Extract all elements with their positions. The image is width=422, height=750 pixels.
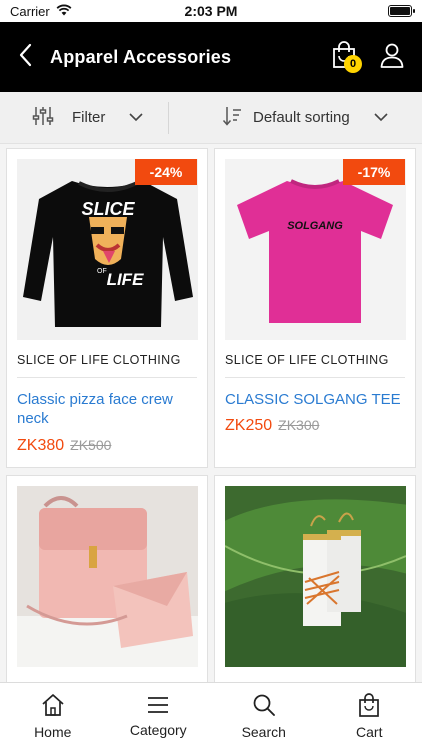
home-icon bbox=[40, 693, 66, 720]
product-card[interactable]: SLICE OF LIFE -24% SLICE OF LIFE CLOTHIN… bbox=[6, 148, 208, 468]
original-price: ZK300 bbox=[278, 417, 320, 433]
shopping-bag-icon bbox=[358, 693, 380, 720]
battery-icon bbox=[388, 5, 415, 17]
discount-badge: -24% bbox=[135, 159, 197, 185]
filter-button[interactable]: Filter bbox=[0, 92, 168, 144]
nav-home-label: Home bbox=[34, 724, 72, 740]
status-left: Carrier bbox=[10, 4, 72, 19]
nav-search-label: Search bbox=[241, 724, 286, 740]
search-icon bbox=[252, 693, 276, 720]
page-title: Apparel Accessories bbox=[50, 46, 232, 67]
nav-home[interactable]: Home bbox=[0, 683, 106, 750]
nav-cart[interactable]: Cart bbox=[317, 683, 422, 750]
tshirt-image: SOLGANG bbox=[237, 179, 393, 323]
chevron-down-icon bbox=[129, 109, 143, 126]
menu-icon bbox=[146, 695, 170, 718]
nav-cart-label: Cart bbox=[356, 724, 383, 740]
status-bar: Carrier 2:03 PM bbox=[0, 0, 422, 22]
product-brand: SLICE OF LIFE CLOTHING bbox=[17, 353, 181, 367]
sort-label: Default sorting bbox=[253, 109, 350, 126]
cart-count-badge: 0 bbox=[344, 55, 362, 73]
app-header: Apparel Accessories 0 bbox=[0, 22, 422, 92]
price-row: ZK250 ZK300 bbox=[225, 417, 319, 435]
product-image[interactable] bbox=[17, 486, 198, 667]
discount-badge: -17% bbox=[343, 159, 405, 185]
product-card[interactable] bbox=[214, 475, 416, 695]
sweater-print-bottom: LIFE bbox=[107, 270, 144, 289]
product-image[interactable] bbox=[225, 486, 406, 667]
sale-price: ZK250 bbox=[225, 417, 273, 434]
sliders-icon bbox=[32, 105, 54, 131]
filter-label: Filter bbox=[72, 109, 106, 126]
chevron-left-icon bbox=[18, 43, 32, 72]
product-card[interactable] bbox=[6, 475, 208, 695]
carrier-label: Carrier bbox=[10, 3, 50, 19]
sort-button[interactable]: Default sorting bbox=[169, 92, 422, 144]
sweater-print-mid: OF bbox=[97, 268, 107, 275]
sweater-print-top: SLICE bbox=[81, 199, 135, 219]
wifi-icon bbox=[56, 4, 72, 19]
account-button[interactable] bbox=[370, 35, 414, 79]
filter-sort-bar: Filter Default sorting bbox=[0, 92, 422, 144]
price-row: ZK380 ZK500 bbox=[17, 437, 111, 455]
pink-bags-image bbox=[17, 496, 198, 667]
product-image[interactable]: SOLGANG bbox=[225, 159, 406, 340]
sale-price: ZK380 bbox=[17, 437, 65, 454]
bottom-nav: Home Category Search Cart bbox=[0, 682, 422, 750]
sweater-image: SLICE OF LIFE bbox=[23, 181, 193, 327]
nav-category[interactable]: Category bbox=[106, 683, 212, 750]
product-card[interactable]: SOLGANG -17% SLICE OF LIFE CLOTHING CLAS… bbox=[214, 148, 416, 468]
card-divider bbox=[225, 377, 405, 378]
product-image[interactable]: SLICE OF LIFE bbox=[17, 159, 198, 340]
product-name[interactable]: Classic pizza face crew neck bbox=[17, 390, 197, 428]
original-price: ZK500 bbox=[70, 437, 112, 453]
sort-icon bbox=[221, 105, 243, 131]
product-brand: SLICE OF LIFE CLOTHING bbox=[225, 353, 389, 367]
card-divider bbox=[17, 377, 197, 378]
nav-search[interactable]: Search bbox=[211, 683, 317, 750]
back-button[interactable] bbox=[0, 22, 50, 92]
user-icon bbox=[379, 42, 405, 73]
chevron-down-icon bbox=[374, 109, 388, 126]
cart-bag-button[interactable]: 0 bbox=[322, 35, 366, 79]
tshirt-print: SOLGANG bbox=[287, 220, 343, 232]
earrings-image bbox=[225, 499, 406, 667]
nav-category-label: Category bbox=[129, 722, 187, 738]
product-name[interactable]: CLASSIC SOLGANG TEE bbox=[225, 390, 405, 409]
